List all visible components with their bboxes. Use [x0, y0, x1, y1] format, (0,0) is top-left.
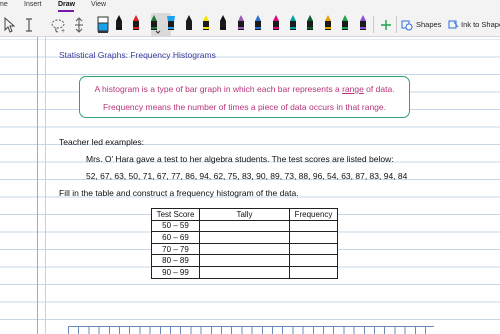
instruction-text: Fill in the table and construct a freque… [59, 188, 299, 198]
score-range-cell: 60 – 69 [151, 231, 200, 244]
add-pen-icon[interactable] [379, 14, 393, 35]
histogram-grid[interactable] [68, 326, 434, 334]
shapes-icon[interactable] [401, 14, 413, 35]
pen-icon[interactable] [234, 14, 248, 35]
range-link: range [342, 84, 364, 94]
frequency-cell[interactable] [289, 231, 338, 244]
table-row: 90 – 99 [151, 265, 338, 279]
type-mode-icon[interactable] [22, 14, 36, 35]
tally-cell[interactable] [199, 231, 290, 244]
frequency-table: Test Score Tally Frequency 50 – 59 60 – … [151, 208, 338, 279]
pen-icon[interactable] [356, 14, 370, 35]
ink-to-shape-button[interactable]: Ink to Shape [461, 20, 500, 29]
table-row: 50 – 59 [151, 219, 338, 233]
tally-cell[interactable] [199, 265, 290, 279]
tab-draw[interactable]: Draw [58, 1, 75, 8]
problem-statement: Mrs. O’ Hara gave a test to her algebra … [86, 154, 394, 164]
pen-icon[interactable] [251, 14, 265, 35]
pen-icon[interactable] [269, 14, 283, 35]
page-margin-line [37, 37, 38, 334]
pen-icon[interactable] [216, 14, 230, 35]
tab-home[interactable]: me [0, 1, 8, 8]
lasso-icon[interactable]: + [50, 14, 66, 35]
add-space-icon[interactable] [72, 14, 86, 35]
svg-text:+: + [61, 28, 65, 34]
tab-view[interactable]: View [91, 1, 106, 8]
column-header: Test Score [151, 208, 200, 221]
shapes-button[interactable]: Shapes [416, 20, 441, 29]
column-header: Tally [199, 208, 290, 221]
ribbon-tabs: me Insert Draw View [0, 0, 500, 12]
table-row: 70 – 79 [151, 242, 338, 256]
pen-icon[interactable] [129, 14, 143, 35]
eraser-icon[interactable] [94, 14, 112, 35]
frequency-cell[interactable] [289, 254, 338, 267]
pen-icon[interactable] [321, 14, 335, 35]
test-scores: 52, 67, 63, 50, 71, 67, 77, 86, 94, 62, … [86, 171, 408, 181]
score-range-cell: 70 – 79 [151, 242, 200, 256]
score-range-cell: 90 – 99 [151, 265, 200, 279]
tally-cell[interactable] [199, 242, 290, 256]
score-range-cell: 50 – 59 [151, 219, 200, 233]
table-row: 60 – 69 [151, 231, 338, 244]
pen-icon[interactable] [112, 14, 126, 35]
score-range-cell: 80 – 89 [151, 254, 200, 267]
column-header: Frequency [289, 208, 338, 221]
frequency-cell[interactable] [289, 242, 338, 256]
pen-icon[interactable] [338, 14, 352, 35]
table-row: 80 – 89 [151, 254, 338, 267]
pen-icon[interactable] [286, 14, 300, 35]
notebook-page[interactable]: Statistical Graphs: Frequency Histograms… [0, 37, 500, 334]
pen-icon[interactable] [182, 14, 196, 35]
tally-cell[interactable] [199, 219, 290, 233]
ink-to-shape-icon[interactable] [448, 14, 460, 35]
lasso-select-icon[interactable] [2, 14, 16, 35]
page-title: Statistical Graphs: Frequency Histograms [59, 50, 216, 60]
tally-cell[interactable] [199, 254, 290, 267]
tab-insert[interactable]: Insert [24, 1, 42, 8]
toolbar-separator [396, 16, 397, 33]
frequency-cell[interactable] [289, 265, 338, 279]
definition-line-2: Frequency means the number of times a pi… [102, 102, 386, 112]
definition-box: A histogram is a type of bar graph in wh… [79, 76, 410, 118]
pen-icon[interactable] [199, 14, 213, 35]
toolbar-separator [373, 16, 374, 33]
table-header-row: Test Score Tally Frequency [151, 208, 338, 221]
page-margin-line [45, 37, 46, 334]
highlighter-icon[interactable] [164, 14, 178, 35]
pen-icon[interactable] [303, 14, 317, 35]
pen-icon[interactable] [147, 14, 161, 35]
teacher-led-heading: Teacher led examples: [59, 137, 145, 147]
definition-line-1: A histogram is a type of bar graph in wh… [94, 84, 395, 94]
frequency-cell[interactable] [289, 219, 338, 233]
